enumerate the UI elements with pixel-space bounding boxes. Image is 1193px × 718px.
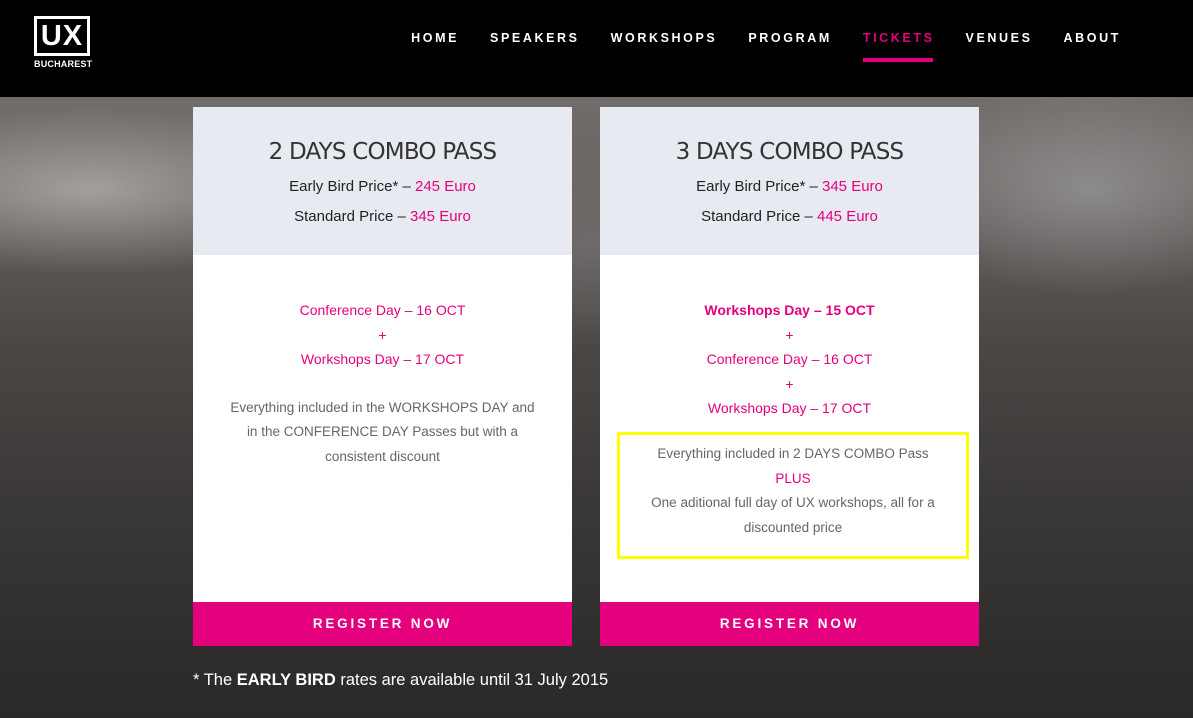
day-line: Conference Day – 16 OCT: [706, 351, 873, 367]
nav-speakers[interactable]: SPEAKERS: [490, 30, 580, 64]
plus-label: PLUS: [775, 470, 811, 486]
logo-subtitle: BUCHAREST: [34, 59, 93, 69]
card-body: Workshops Day – 15 OCT + Conference Day …: [600, 255, 979, 421]
day-line: Workshops Day – 15 OCT: [704, 302, 875, 318]
pass-description: Everything included in the WORKSHOPS DAY…: [230, 399, 535, 464]
register-now-button[interactable]: REGISTER NOW: [600, 602, 979, 646]
day-line: Workshops Day – 17 OCT: [707, 400, 872, 416]
plus-separator: +: [785, 326, 794, 343]
highlighted-description: Everything included in 2 DAYS COMBO Pass…: [617, 432, 969, 559]
card-title: 3 DAYS COMBO PASS: [675, 139, 904, 165]
footnote-bold: EARLY BIRD: [236, 671, 336, 689]
card-title: 2 DAYS COMBO PASS: [268, 139, 497, 165]
early-bird-price: Early Bird Price* – 345 Euro: [600, 177, 979, 197]
early-bird-footnote: * The EARLY BIRD rates are available unt…: [193, 671, 608, 690]
nav-tickets[interactable]: TICKETS: [862, 30, 935, 64]
day-line: Workshops Day – 17 OCT: [300, 351, 465, 367]
early-bird-value: 345 Euro: [822, 178, 883, 195]
standard-label: Standard Price –: [294, 208, 406, 225]
early-bird-label: Early Bird Price* –: [289, 178, 411, 195]
card-header: 2 DAYS COMBO PASS Early Bird Price* – 24…: [193, 107, 572, 255]
early-bird-label: Early Bird Price* –: [696, 178, 818, 195]
register-now-button[interactable]: REGISTER NOW: [193, 602, 572, 646]
nav-program[interactable]: PROGRAM: [748, 30, 831, 64]
nav-workshops[interactable]: WORKSHOPS: [611, 30, 718, 64]
main-nav: HOME SPEAKERS WORKSHOPS PROGRAM TICKETS …: [380, 30, 1121, 64]
description-line: One aditional full day of UX workshops, …: [651, 495, 935, 535]
early-bird-price: Early Bird Price* – 245 Euro: [193, 177, 572, 197]
nav-about[interactable]: ABOUT: [1064, 30, 1121, 64]
nav-venues[interactable]: VENUES: [966, 30, 1033, 64]
description-line: Everything included in 2 DAYS COMBO Pass: [657, 446, 929, 461]
standard-value: 345 Euro: [410, 208, 471, 225]
card-header: 3 DAYS COMBO PASS Early Bird Price* – 34…: [600, 107, 979, 255]
background-photo: [0, 0, 1193, 718]
pass-card-3-days: 3 DAYS COMBO PASS Early Bird Price* – 34…: [600, 107, 979, 646]
early-bird-value: 245 Euro: [415, 178, 476, 195]
footnote-prefix: * The: [193, 671, 233, 689]
plus-separator: +: [785, 375, 794, 392]
ux-bucharest-logo[interactable]: UX BUCHAREST: [34, 16, 98, 76]
standard-price: Standard Price – 345 Euro: [193, 207, 572, 227]
footnote-suffix: rates are available until 31 July 2015: [340, 671, 609, 689]
standard-value: 445 Euro: [817, 208, 878, 225]
day-line: Conference Day – 16 OCT: [299, 302, 466, 318]
card-body: Conference Day – 16 OCT + Workshops Day …: [193, 255, 572, 469]
standard-label: Standard Price –: [701, 208, 813, 225]
standard-price: Standard Price – 445 Euro: [600, 207, 979, 227]
logo-mark: UX: [34, 16, 90, 56]
pass-card-2-days: 2 DAYS COMBO PASS Early Bird Price* – 24…: [193, 107, 572, 646]
plus-separator: +: [378, 326, 387, 343]
nav-home[interactable]: HOME: [411, 30, 459, 64]
site-header: UX BUCHAREST HOME SPEAKERS WORKSHOPS PRO…: [0, 0, 1193, 97]
